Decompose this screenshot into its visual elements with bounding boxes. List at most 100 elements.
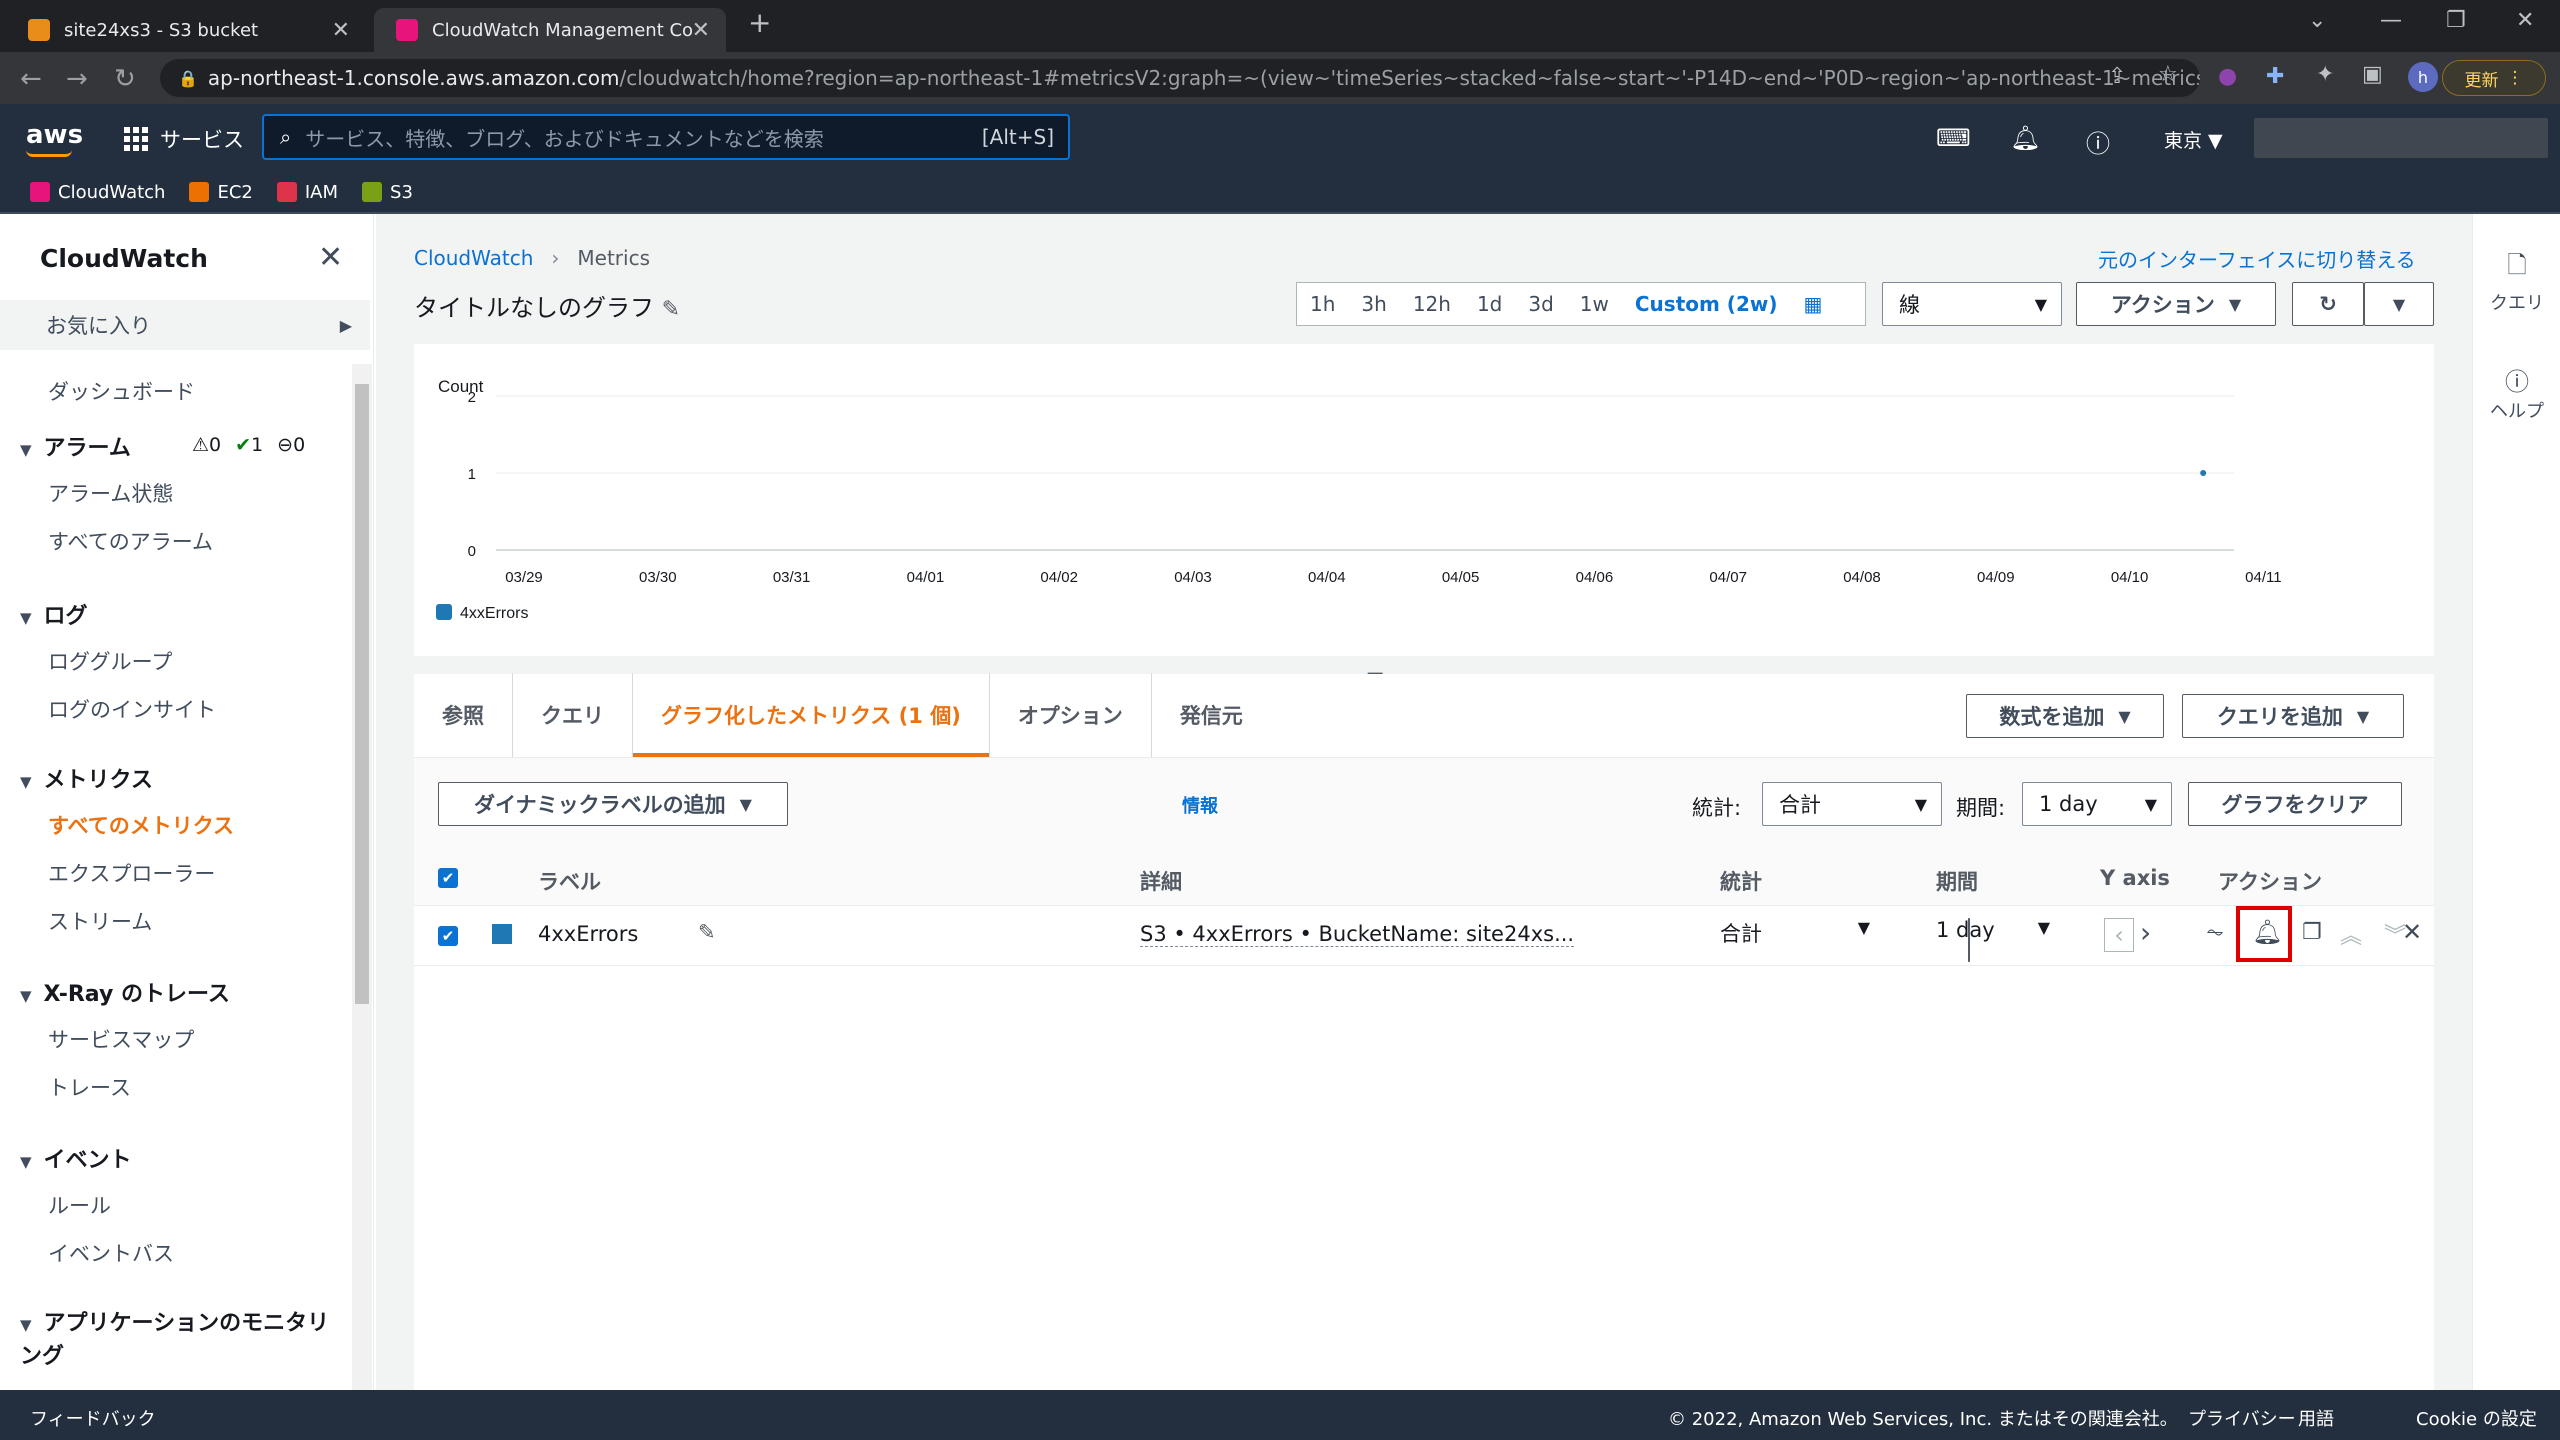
minimize-icon[interactable]: — <box>2380 8 2402 33</box>
rail-query[interactable]: 🗋 クエリ <box>2473 248 2560 315</box>
aws-logo[interactable]: aws <box>26 120 83 157</box>
select-all-checkbox[interactable]: ✔ <box>438 868 458 888</box>
sidebar-section-alarms[interactable]: アラーム <box>20 430 131 462</box>
sidebar-section-metrics[interactable]: メトリクス <box>20 762 153 794</box>
scrollbar[interactable] <box>352 364 372 1394</box>
back-icon[interactable]: ← <box>20 64 42 94</box>
y-axis-right-icon[interactable]: › <box>2140 916 2151 949</box>
cloudshell-icon[interactable]: ⌨ <box>1936 124 1971 152</box>
tab-source[interactable]: 発信元 <box>1152 673 1271 757</box>
duplicate-icon[interactable]: ❐ <box>2302 920 2322 945</box>
help-icon[interactable]: ⓘ <box>2086 124 2110 159</box>
actions-button[interactable]: アクション ▼ <box>2076 282 2276 326</box>
row-checkbox[interactable]: ✔ <box>438 926 458 946</box>
window-close-icon[interactable]: ✕ <box>2516 8 2534 33</box>
update-button[interactable]: 更新 ⋮ <box>2442 60 2546 96</box>
metric-details[interactable]: S3 • 4xxErrors • BucketName: site24xs... <box>1140 922 1575 947</box>
clear-graph-button[interactable]: グラフをクリア <box>2188 782 2402 826</box>
browser-tab-s3[interactable]: site24xs3 - S3 bucket ✕ <box>6 8 366 52</box>
time-range-3d[interactable]: 3d <box>1515 292 1566 316</box>
create-alarm-button[interactable]: 🔔︎ <box>2236 906 2292 962</box>
sidebar-favorites[interactable]: お気に入り ▶ <box>0 300 370 350</box>
refresh-options-button[interactable]: ▼ <box>2364 282 2434 326</box>
move-up-icon[interactable]: ︽ <box>2340 918 2362 950</box>
browser-tab-cloudwatch[interactable]: CloudWatch Management Conso ✕ <box>374 8 726 52</box>
edit-icon[interactable]: ✎ <box>662 297 680 322</box>
add-query-button[interactable]: クエリを追加 ▼ <box>2182 694 2404 738</box>
search-input[interactable]: ⌕ サービス、特徴、ブログ、およびドキュメントなどを検索 [Alt+S] <box>262 114 1070 160</box>
feedback-link[interactable]: フィードバック <box>30 1405 156 1431</box>
tab-search-icon[interactable]: ⌄ <box>2308 8 2326 33</box>
tab-graphed-metrics[interactable]: グラフ化したメトリクス (1 個) <box>633 673 990 757</box>
favorite-s3[interactable]: S3 <box>362 182 413 203</box>
calendar-icon[interactable]: ▦ <box>1790 292 1835 316</box>
sidebar-item-alarm-state[interactable]: アラーム状態 <box>48 478 173 508</box>
close-icon[interactable]: ✕ <box>692 18 710 43</box>
account-menu[interactable] <box>2254 118 2548 158</box>
sidebar-item-streams[interactable]: ストリーム <box>48 906 152 936</box>
sidebar-item-event-buses[interactable]: イベントバス <box>48 1238 174 1268</box>
row-period-select[interactable]: 1 day ▼ <box>1936 918 2060 952</box>
forward-icon[interactable]: → <box>66 64 88 94</box>
side-panel-icon[interactable]: ▣ <box>2362 62 2383 87</box>
stat-select[interactable]: 合計 ▼ <box>1762 782 1942 826</box>
avatar[interactable]: h <box>2408 62 2438 92</box>
maximize-icon[interactable]: ❐ <box>2446 8 2466 33</box>
time-range-1w[interactable]: 1w <box>1567 292 1622 316</box>
extension-icon[interactable]: ● <box>2218 64 2237 89</box>
tab-query[interactable]: クエリ <box>513 673 633 757</box>
row-stat-select[interactable]: 合計 ▼ <box>1720 918 1880 952</box>
time-range-12h[interactable]: 12h <box>1400 292 1464 316</box>
close-icon[interactable]: ✕ <box>332 18 350 43</box>
scrollbar-thumb[interactable] <box>355 384 369 1004</box>
privacy-link[interactable]: プライバシー <box>2188 1405 2296 1431</box>
sidebar-section-app-monitoring[interactable]: アプリケーションのモニタリング <box>20 1308 330 1373</box>
sidebar-section-events[interactable]: イベント <box>20 1142 132 1174</box>
info-link[interactable]: 情報 <box>1182 792 1218 818</box>
favorite-cloudwatch[interactable]: CloudWatch <box>30 182 165 203</box>
sidebar-item-rules[interactable]: ルール <box>48 1190 111 1220</box>
switch-interface-link[interactable]: 元のインターフェイスに切り替える <box>2098 244 2416 273</box>
chart-type-select[interactable]: 線 ▼ <box>1882 282 2062 326</box>
edit-icon[interactable]: ✎ <box>698 920 716 944</box>
series-color-swatch[interactable] <box>492 924 512 944</box>
add-math-button[interactable]: 数式を追加 ▼ <box>1966 694 2164 738</box>
terms-link[interactable]: 用語 <box>2298 1405 2334 1431</box>
favorite-ec2[interactable]: EC2 <box>189 182 253 203</box>
notifications-icon[interactable]: 🔔︎ <box>2010 124 2040 152</box>
sidebar-item-traces[interactable]: トレース <box>48 1072 131 1102</box>
y-axis-left-icon[interactable]: ‹ <box>2104 918 2134 952</box>
bookmark-star-icon[interactable]: ☆ <box>2158 62 2178 87</box>
time-range-3h[interactable]: 3h <box>1348 292 1399 316</box>
time-range-1h[interactable]: 1h <box>1297 292 1348 316</box>
refresh-button[interactable]: ↻ <box>2292 282 2364 326</box>
rail-help[interactable]: ⓘ ヘルプ <box>2473 362 2560 423</box>
time-range-1d[interactable]: 1d <box>1464 292 1515 316</box>
url-bar[interactable]: 🔒 ap-northeast-1.console.aws.amazon.com … <box>160 59 2200 97</box>
tab-browse[interactable]: 参照 <box>414 673 513 757</box>
breadcrumb-cloudwatch[interactable]: CloudWatch <box>414 246 533 270</box>
time-range-custom[interactable]: Custom (2w) <box>1622 292 1791 316</box>
sidebar-section-xray[interactable]: X-Ray のトレース <box>20 976 230 1008</box>
favorite-iam[interactable]: IAM <box>276 182 338 203</box>
sidebar-section-logs[interactable]: ログ <box>20 598 88 630</box>
graph-metric-icon[interactable]: ⏦ <box>2206 920 2224 945</box>
new-tab-icon[interactable]: + <box>748 6 771 39</box>
sidebar-item-explorer[interactable]: エクスプローラー <box>48 858 215 888</box>
services-menu[interactable]: サービス <box>124 124 244 154</box>
reload-icon[interactable]: ↻ <box>114 64 136 94</box>
remove-icon[interactable]: ✕ <box>2402 918 2422 946</box>
share-icon[interactable]: ⇪ <box>2108 64 2126 89</box>
sidebar-item-service-map[interactable]: サービスマップ <box>48 1024 194 1054</box>
add-dynamic-label-button[interactable]: ダイナミックラベルの追加 ▼ <box>438 782 788 826</box>
close-icon[interactable]: ✕ <box>318 240 343 275</box>
tab-options[interactable]: オプション <box>990 673 1152 757</box>
puzzle-icon[interactable]: ✦ <box>2316 62 2334 87</box>
region-selector[interactable]: 東京 ▼ <box>2164 126 2223 153</box>
cookie-settings-link[interactable]: Cookie の設定 <box>2416 1405 2537 1431</box>
period-select[interactable]: 1 day ▼ <box>2022 782 2172 826</box>
sidebar-item-log-groups[interactable]: ロググループ <box>48 646 172 676</box>
sidebar-item-all-alarms[interactable]: すべてのアラーム <box>48 526 213 556</box>
sidebar-item-log-insights[interactable]: ログのインサイト <box>48 694 216 724</box>
sidebar-item-dashboard[interactable]: ダッシュボード <box>48 376 195 406</box>
